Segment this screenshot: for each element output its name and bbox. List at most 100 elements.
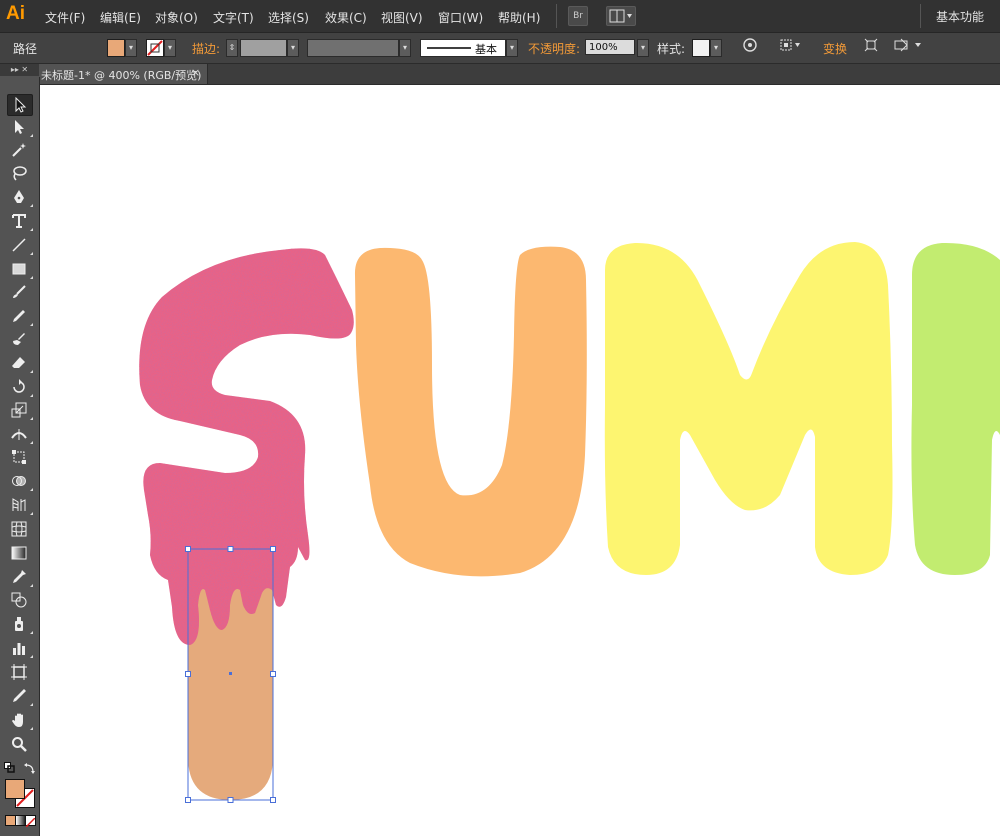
pen-tool[interactable] — [7, 187, 33, 207]
selection-handle-top-center[interactable] — [227, 546, 234, 552]
align-to-button[interactable] — [778, 38, 804, 56]
letter-m-shape[interactable] — [604, 242, 893, 575]
arrange-documents-button[interactable] — [606, 6, 636, 26]
brush-dropdown[interactable]: ▾ — [506, 39, 518, 57]
direct-selection-tool[interactable] — [7, 117, 33, 137]
selection-handle-top-right[interactable] — [270, 546, 276, 552]
selection-handle-bottom-right[interactable] — [270, 797, 276, 803]
gradient-tool[interactable] — [7, 543, 31, 563]
stroke-weight-field[interactable] — [240, 39, 287, 57]
stroke-swatch[interactable] — [146, 39, 164, 57]
hand-tool[interactable] — [7, 710, 33, 730]
selection-handle-bottom-left[interactable] — [185, 797, 191, 803]
opacity-dropdown[interactable]: ▾ — [637, 39, 649, 57]
blend-icon — [11, 592, 27, 608]
pencil-tool[interactable] — [7, 306, 33, 326]
popsicle-stick-shape[interactable] — [188, 570, 273, 800]
slice-tool[interactable] — [7, 686, 33, 706]
menu-select[interactable]: 选择(S) — [268, 9, 309, 26]
swap-fill-stroke-button[interactable] — [24, 762, 36, 774]
none-color-icon — [25, 817, 36, 828]
close-tab-icon[interactable]: × — [191, 66, 200, 79]
variable-width-dropdown[interactable]: ▾ — [399, 39, 411, 57]
eyedropper-tool[interactable] — [7, 567, 33, 587]
menu-type[interactable]: 文字(T) — [213, 9, 254, 26]
selection-handle-top-left[interactable] — [185, 546, 191, 552]
letter-s-shape[interactable] — [139, 248, 354, 646]
selection-handle-middle-left[interactable] — [185, 671, 191, 677]
hand-icon — [12, 713, 23, 727]
control-panel-menu[interactable] — [892, 38, 924, 56]
none-mode-button[interactable] — [25, 815, 36, 828]
column-graph-tool[interactable] — [7, 638, 33, 658]
menu-object[interactable]: 对象(O) — [155, 9, 198, 26]
selection-tool[interactable] — [7, 94, 33, 116]
graphic-style-swatch[interactable] — [692, 39, 710, 57]
menu-file[interactable]: 文件(F) — [45, 9, 85, 26]
toolbox-collapse-grip[interactable]: ▸▸ ✕ — [0, 64, 39, 76]
transform-link[interactable]: 变换 — [823, 40, 847, 57]
object-type-label: 路径 — [13, 42, 38, 56]
document-tab[interactable]: 未标题-1* @ 400% (RGB/预览) × — [39, 64, 208, 84]
rotate-tool[interactable] — [7, 377, 33, 397]
selection-handle-bottom-center[interactable] — [227, 797, 234, 803]
fill-swatch[interactable] — [107, 39, 125, 57]
stroke-weight-stepper[interactable]: ⇕ — [226, 39, 238, 57]
opacity-label[interactable]: 不透明度: — [528, 40, 580, 57]
free-transform-tool[interactable] — [7, 447, 31, 467]
stroke-dropdown[interactable]: ▾ — [164, 39, 176, 57]
menu-edit[interactable]: 编辑(E) — [100, 9, 141, 26]
scale-icon — [11, 402, 27, 418]
bridge-button[interactable]: Br — [568, 6, 588, 26]
isolate-button[interactable] — [861, 38, 881, 56]
menu-window[interactable]: 窗口(W) — [438, 9, 483, 26]
workspace-switcher[interactable]: 基本功能 — [936, 8, 984, 25]
menu-bar: Ai 文件(F) 编辑(E) 对象(O) 文字(T) 选择(S) 效果(C) 视… — [0, 0, 1000, 33]
artboard-canvas[interactable] — [40, 85, 1000, 836]
variable-width-profile[interactable] — [307, 39, 399, 57]
fill-color-box[interactable] — [5, 779, 25, 799]
lasso-tool[interactable] — [7, 163, 31, 183]
width-tool[interactable] — [7, 424, 33, 444]
line-segment-tool[interactable] — [7, 235, 33, 255]
opacity-input[interactable]: 100% — [585, 39, 635, 55]
blob-brush-tool[interactable] — [7, 329, 31, 349]
rectangle-tool[interactable] — [7, 259, 33, 279]
gradient-icon — [11, 546, 27, 560]
letter-u-shape[interactable] — [354, 246, 587, 577]
symbol-sprayer-tool[interactable] — [7, 614, 33, 634]
paintbrush-tool[interactable] — [7, 282, 31, 302]
selection-handle-middle-right[interactable] — [270, 671, 276, 677]
menu-effect[interactable]: 效果(C) — [325, 9, 367, 26]
type-tool[interactable] — [7, 211, 33, 231]
menu-help[interactable]: 帮助(H) — [498, 9, 540, 26]
eraser-tool[interactable] — [7, 353, 33, 373]
brush-definition-field[interactable]: 基本 — [420, 39, 506, 57]
mesh-tool[interactable] — [7, 519, 31, 539]
panel-menu-icon — [894, 38, 921, 52]
fill-dropdown[interactable]: ▾ — [125, 39, 137, 57]
free-transform-icon — [12, 450, 26, 464]
letter-m2-shape[interactable] — [911, 242, 1000, 575]
column-graph-icon — [13, 643, 25, 655]
blend-tool[interactable] — [7, 590, 31, 610]
magic-wand-icon — [12, 143, 26, 157]
scale-tool[interactable] — [7, 400, 33, 420]
graphic-style-dropdown[interactable]: ▾ — [710, 39, 722, 57]
zoom-tool[interactable] — [7, 734, 31, 754]
default-fill-stroke-button[interactable] — [4, 762, 16, 774]
menu-view[interactable]: 视图(V) — [381, 9, 423, 26]
selection-arrow-icon — [15, 97, 27, 113]
document-tab-title: 未标题-1* @ 400% (RGB/预览) — [41, 69, 202, 82]
shape-builder-tool[interactable] — [7, 471, 33, 491]
magic-wand-tool[interactable] — [7, 140, 31, 160]
perspective-grid-tool[interactable] — [7, 495, 33, 515]
arrange-documents-icon — [609, 9, 632, 23]
stroke-label[interactable]: 描边: — [192, 40, 220, 57]
artboard-tool[interactable] — [7, 662, 31, 682]
stroke-weight-dropdown[interactable]: ▾ — [287, 39, 299, 57]
artwork — [139, 242, 1000, 803]
width-icon — [11, 429, 27, 440]
recolor-artwork-button[interactable] — [740, 38, 760, 56]
shape-builder-icon — [12, 476, 26, 486]
